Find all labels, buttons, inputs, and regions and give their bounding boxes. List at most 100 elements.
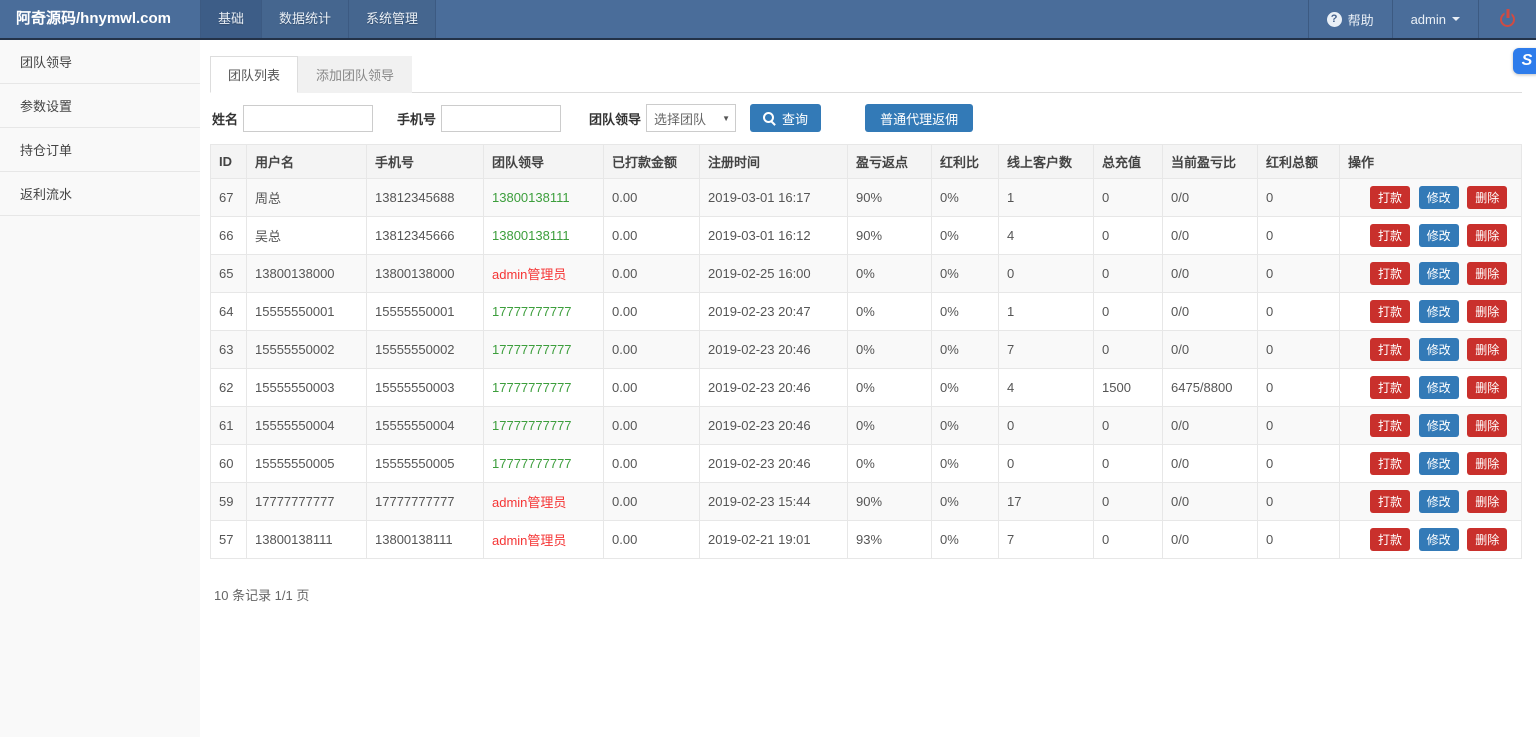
chevron-down-icon	[1452, 17, 1460, 21]
tab-team-list[interactable]: 团队列表	[210, 56, 298, 93]
cell-team-leader: 17777777777	[484, 331, 604, 369]
pay-button[interactable]: 打款	[1370, 300, 1410, 323]
cell-total-recharge: 0	[1094, 255, 1163, 293]
cell-team-leader: 17777777777	[484, 407, 604, 445]
column-header: 当前盈亏比	[1163, 145, 1258, 179]
cell-register-time: 2019-02-21 19:01	[700, 521, 848, 559]
pay-button[interactable]: 打款	[1370, 262, 1410, 285]
edit-button[interactable]: 修改	[1419, 224, 1459, 247]
cell-current-pl: 0/0	[1163, 521, 1258, 559]
cell-paid-amount: 0.00	[604, 483, 700, 521]
edit-button[interactable]: 修改	[1419, 338, 1459, 361]
cell-bonus-ratio: 0%	[932, 369, 999, 407]
sidebar-item-position-orders[interactable]: 持仓订单	[0, 128, 200, 172]
pay-button[interactable]: 打款	[1370, 414, 1410, 437]
cell-total-recharge: 0	[1094, 293, 1163, 331]
edit-button[interactable]: 修改	[1419, 262, 1459, 285]
cell-pl-rebate: 0%	[848, 255, 932, 293]
column-header: 用户名	[247, 145, 367, 179]
cell-pl-rebate: 90%	[848, 217, 932, 255]
cell-pl-rebate: 90%	[848, 483, 932, 521]
cell-pl-rebate: 0%	[848, 331, 932, 369]
table-row: 64 15555550001 15555550001 17777777777 0…	[211, 293, 1522, 331]
column-header: 注册时间	[700, 145, 848, 179]
delete-button[interactable]: 删除	[1467, 452, 1507, 475]
pay-button[interactable]: 打款	[1370, 528, 1410, 551]
edit-button[interactable]: 修改	[1419, 186, 1459, 209]
menu-item-statistics[interactable]: 数据统计	[261, 0, 348, 38]
cell-phone: 15555550004	[367, 407, 484, 445]
main-content: 团队列表 添加团队领导 姓名 手机号 团队领导 选择团队 ▼ 查询 普通代理返佣	[200, 40, 1536, 737]
cell-pl-rebate: 90%	[848, 179, 932, 217]
cell-operations: 打款 修改 删除	[1340, 483, 1522, 521]
edit-button[interactable]: 修改	[1419, 376, 1459, 399]
delete-button[interactable]: 删除	[1467, 262, 1507, 285]
name-input[interactable]	[243, 105, 373, 132]
cell-bonus-total: 0	[1258, 179, 1340, 217]
delete-button[interactable]: 删除	[1467, 414, 1507, 437]
edit-button[interactable]: 修改	[1419, 414, 1459, 437]
team-filter-label: 团队领导	[589, 109, 641, 128]
pay-button[interactable]: 打款	[1370, 186, 1410, 209]
edit-button[interactable]: 修改	[1419, 528, 1459, 551]
menu-item-basic[interactable]: 基础	[200, 0, 261, 38]
cell-bonus-total: 0	[1258, 483, 1340, 521]
cell-bonus-total: 0	[1258, 369, 1340, 407]
edit-button[interactable]: 修改	[1419, 300, 1459, 323]
pay-button[interactable]: 打款	[1370, 224, 1410, 247]
delete-button[interactable]: 删除	[1467, 490, 1507, 513]
delete-button[interactable]: 删除	[1467, 338, 1507, 361]
pay-button[interactable]: 打款	[1370, 490, 1410, 513]
phone-input[interactable]	[441, 105, 561, 132]
delete-button[interactable]: 删除	[1467, 528, 1507, 551]
pay-button[interactable]: 打款	[1370, 452, 1410, 475]
team-select[interactable]: 选择团队 ▼	[646, 104, 736, 132]
edit-button[interactable]: 修改	[1419, 490, 1459, 513]
page-layout: 团队领导 参数设置 持仓订单 返利流水 团队列表 添加团队领导 姓名 手机号 团…	[0, 40, 1536, 737]
help-button[interactable]: ? 帮助	[1308, 0, 1392, 38]
pay-button[interactable]: 打款	[1370, 338, 1410, 361]
cell-online-customers: 7	[999, 521, 1094, 559]
cell-online-customers: 1	[999, 179, 1094, 217]
s-extension-icon[interactable]: S	[1513, 48, 1536, 74]
cell-pl-rebate: 0%	[848, 293, 932, 331]
cell-current-pl: 6475/8800	[1163, 369, 1258, 407]
logout-button[interactable]	[1478, 0, 1536, 38]
cell-operations: 打款 修改 删除	[1340, 217, 1522, 255]
cell-team-leader: 13800138111	[484, 179, 604, 217]
cell-id: 64	[211, 293, 247, 331]
cell-pl-rebate: 0%	[848, 445, 932, 483]
cell-username: 13800138000	[247, 255, 367, 293]
cell-register-time: 2019-03-01 16:17	[700, 179, 848, 217]
delete-button[interactable]: 删除	[1467, 300, 1507, 323]
cell-current-pl: 0/0	[1163, 445, 1258, 483]
cell-bonus-ratio: 0%	[932, 521, 999, 559]
sidebar-item-parameters[interactable]: 参数设置	[0, 84, 200, 128]
user-dropdown[interactable]: admin	[1392, 0, 1478, 38]
agent-rebate-button[interactable]: 普通代理返佣	[865, 104, 973, 132]
table-row: 67 周总 13812345688 13800138111 0.00 2019-…	[211, 179, 1522, 217]
edit-button[interactable]: 修改	[1419, 452, 1459, 475]
cell-username: 15555550004	[247, 407, 367, 445]
delete-button[interactable]: 删除	[1467, 224, 1507, 247]
cell-total-recharge: 0	[1094, 445, 1163, 483]
tab-add-team-leader[interactable]: 添加团队领导	[298, 56, 412, 93]
menu-item-system[interactable]: 系统管理	[348, 0, 436, 38]
cell-username: 吴总	[247, 217, 367, 255]
cell-register-time: 2019-02-23 20:46	[700, 331, 848, 369]
cell-username: 13800138111	[247, 521, 367, 559]
cell-bonus-ratio: 0%	[932, 483, 999, 521]
search-button[interactable]: 查询	[750, 104, 821, 132]
pay-button[interactable]: 打款	[1370, 376, 1410, 399]
cell-register-time: 2019-02-23 15:44	[700, 483, 848, 521]
cell-bonus-ratio: 0%	[932, 293, 999, 331]
sidebar-item-team-leader[interactable]: 团队领导	[0, 40, 200, 84]
cell-phone: 15555550002	[367, 331, 484, 369]
help-label: 帮助	[1348, 10, 1374, 29]
delete-button[interactable]: 删除	[1467, 186, 1507, 209]
delete-button[interactable]: 删除	[1467, 376, 1507, 399]
cell-id: 59	[211, 483, 247, 521]
cell-pl-rebate: 0%	[848, 407, 932, 445]
cell-current-pl: 0/0	[1163, 293, 1258, 331]
sidebar-item-rebate-flow[interactable]: 返利流水	[0, 172, 200, 216]
